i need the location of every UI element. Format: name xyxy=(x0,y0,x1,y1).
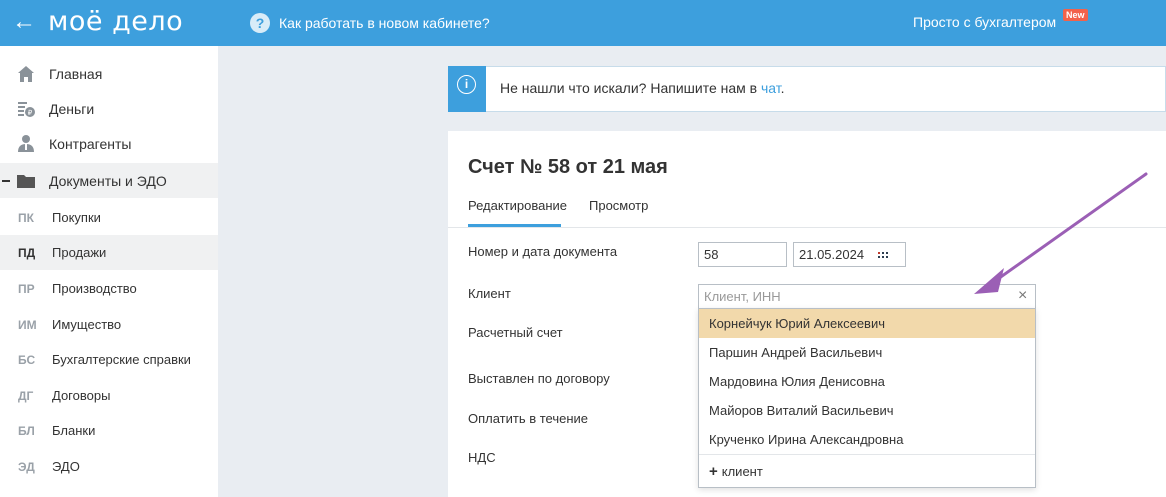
subitem-abbr: ДГ xyxy=(18,388,34,403)
add-client-label: клиент xyxy=(721,464,763,479)
info-banner-text: Не нашли что искали? Напишите нам в чат. xyxy=(500,80,785,96)
sidebar-subitem-purchases[interactable]: ПК Покупки xyxy=(0,200,218,235)
active-tab-indicator xyxy=(468,224,561,227)
sidebar-item-label: Главная xyxy=(49,65,103,82)
client-label: Клиент xyxy=(468,286,511,301)
subitem-abbr: ПД xyxy=(18,245,36,260)
subitem-label: Договоры xyxy=(52,388,111,403)
new-badge: New xyxy=(1063,9,1088,21)
help-link-label: Как работать в новом кабинете? xyxy=(279,15,490,31)
top-bar: ← моё дело ? Как работать в новом кабине… xyxy=(0,0,1166,46)
client-option[interactable]: Корнейчук Юрий Алексеевич xyxy=(699,309,1035,338)
dropdown-divider xyxy=(699,454,1035,455)
subitem-label: Покупки xyxy=(52,210,101,225)
subitem-label: Имущество xyxy=(52,317,122,332)
client-option[interactable]: Мардовина Юлия Денисовна xyxy=(699,367,1035,396)
client-dropdown: Корнейчук Юрий Алексеевич Паршин Андрей … xyxy=(698,308,1036,488)
client-option[interactable]: Крученко Ирина Александровна xyxy=(699,425,1035,454)
annotation-arrow-icon xyxy=(974,172,1148,294)
subitem-label: Продажи xyxy=(52,245,107,260)
banner-suffix: . xyxy=(780,80,785,96)
tab-preview[interactable]: Просмотр xyxy=(589,198,648,213)
sidebar-subitem-forms[interactable]: БЛ Бланки xyxy=(0,413,218,448)
sidebar-item-label: Контрагенты xyxy=(49,135,132,152)
subitem-label: Производство xyxy=(52,281,137,296)
vat-label: НДС xyxy=(468,450,496,465)
sidebar-subitem-contracts[interactable]: ДГ Договоры xyxy=(0,378,218,413)
sidebar-item-home[interactable]: Главная xyxy=(0,56,218,91)
subitem-label: Бланки xyxy=(52,423,96,438)
sidebar-item-label: Документы и ЭДО xyxy=(49,172,167,189)
help-icon: ? xyxy=(250,13,270,33)
sidebar-item-money[interactable]: ₽ Деньги xyxy=(0,91,218,126)
sidebar-item-label: Деньги xyxy=(49,100,95,117)
banner-message: Не нашли что искали? Напишите нам в xyxy=(500,80,761,96)
document-number-input[interactable]: 58 xyxy=(698,242,787,267)
collapse-dash-icon xyxy=(2,179,10,182)
subitem-abbr: ПК xyxy=(18,210,34,225)
add-client-button[interactable]: + клиент xyxy=(709,463,763,480)
subitem-label: Бухгалтерские справки xyxy=(52,352,191,367)
page-title: Счет № 58 от 21 мая xyxy=(468,156,668,178)
payment-term-label: Оплатить в течение xyxy=(468,411,589,426)
subitem-abbr: ПР xyxy=(18,281,35,296)
subitem-abbr: ИМ xyxy=(18,317,37,332)
subitem-abbr: БЛ xyxy=(18,423,35,438)
subitem-label: ЭДО xyxy=(52,459,80,474)
contract-label: Выставлен по договору xyxy=(468,371,610,386)
plus-icon: + xyxy=(709,463,718,480)
help-link[interactable]: ? Как работать в новом кабинете? xyxy=(250,12,490,34)
sidebar-subitem-accounting-notes[interactable]: БС Бухгалтерские справки xyxy=(0,342,218,377)
sidebar-item-documents[interactable]: Документы и ЭДО xyxy=(0,163,218,198)
sidebar-item-contractors[interactable]: Контрагенты xyxy=(0,126,218,161)
chat-link[interactable]: чат xyxy=(761,80,781,96)
simple-accountant-link[interactable]: Просто с бухгалтером xyxy=(913,14,1056,30)
money-icon: ₽ xyxy=(18,101,35,117)
folder-icon xyxy=(17,174,35,188)
info-icon: i xyxy=(457,75,476,94)
sidebar-subitem-sales[interactable]: ПД Продажи xyxy=(0,235,218,270)
account-label: Расчетный счет xyxy=(468,325,563,340)
tab-editing[interactable]: Редактирование xyxy=(468,198,567,213)
client-option[interactable]: Паршин Андрей Васильевич xyxy=(699,338,1035,367)
subitem-abbr: ЭД xyxy=(18,459,35,474)
svg-text:₽: ₽ xyxy=(28,109,33,117)
client-option[interactable]: Майоров Виталий Васильевич xyxy=(699,396,1035,425)
logo[interactable]: моё дело xyxy=(48,6,183,38)
sidebar-subitem-production[interactable]: ПР Производство xyxy=(0,271,218,306)
document-date-input[interactable]: 21.05.2024 xyxy=(793,242,906,267)
number-date-label: Номер и дата документа xyxy=(468,244,618,259)
sidebar-subitem-edo[interactable]: ЭД ЭДО xyxy=(0,449,218,484)
back-arrow-icon[interactable]: ← xyxy=(12,10,36,34)
sidebar: Главная ₽ Деньги Контрагенты Документы и… xyxy=(0,46,218,497)
home-icon xyxy=(18,65,34,82)
sidebar-subitem-property[interactable]: ИМ Имущество xyxy=(0,307,218,342)
calendar-icon[interactable] xyxy=(878,250,888,260)
subitem-abbr: БС xyxy=(18,352,36,367)
contractors-icon xyxy=(18,134,34,152)
